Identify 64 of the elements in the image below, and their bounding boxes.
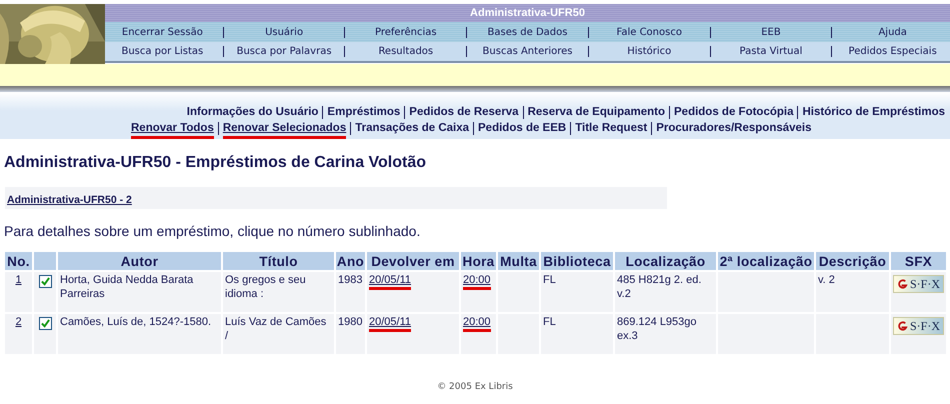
account-link[interactable]: Procuradores/Responsáveis: [656, 120, 812, 136]
table-cell: 1983: [336, 272, 365, 312]
table-cell: 485 H821g 2. ed. v.2: [615, 272, 716, 312]
account-link[interactable]: Title Request: [575, 120, 648, 136]
row-checkbox[interactable]: [38, 275, 52, 288]
column-header: Localização: [615, 252, 716, 270]
table-cell: 1980: [336, 314, 365, 354]
account-link[interactable]: Renovar Todos: [131, 120, 214, 136]
loan-number-link[interactable]: 1: [15, 274, 22, 286]
table-cell: Os gregos e seu idioma :: [223, 272, 334, 312]
menu-link[interactable]: Histórico: [592, 46, 707, 57]
menu-link[interactable]: Encerrar Sessão: [105, 26, 220, 38]
row-checkbox[interactable]: [38, 317, 52, 330]
menu-link[interactable]: Fale Conosco: [592, 26, 707, 38]
column-header: Multa: [498, 252, 539, 270]
copyright-text: © 2005 Ex Libris: [436, 382, 514, 392]
sublibrary-link[interactable]: Administrativa-UFR50 - 2: [7, 194, 132, 206]
column-header: Hora: [461, 252, 496, 270]
menu-link[interactable]: Preferências: [348, 26, 464, 38]
column-header: SFX: [891, 252, 946, 270]
account-link[interactable]: Histórico de Empréstimos: [802, 104, 945, 120]
table-cell: 869.124 L953go ex.3: [615, 314, 716, 354]
sfx-button[interactable]: S·F·X: [893, 275, 944, 293]
account-link[interactable]: Transações de Caixa: [355, 120, 470, 136]
instructions-text: Para detalhes sobre um empréstimo, clique no número sublinhado.: [4, 223, 422, 239]
window-title: Administrativa-UFR50: [105, 4, 950, 22]
swirl-icon: [897, 278, 908, 290]
menu-link[interactable]: Busca por Palavras: [226, 46, 342, 57]
column-header: Biblioteca: [541, 252, 613, 270]
column-header: 2ª localização: [718, 252, 814, 270]
table-cell: Camões, Luís de, 1524?-1580.: [58, 314, 221, 354]
table-cell: v. 2: [818, 274, 835, 286]
swirl-icon: [897, 320, 908, 332]
menu-link[interactable]: Resultados: [348, 46, 464, 57]
table-cell: FL: [541, 272, 613, 312]
column-header: Descrição: [816, 252, 889, 270]
menu-link[interactable]: Buscas Anteriores: [470, 46, 585, 57]
loan-number-link[interactable]: 2: [15, 316, 22, 328]
account-link[interactable]: Renovar Selecionados: [222, 120, 346, 136]
sfx-button[interactable]: S·F·X: [893, 317, 944, 335]
account-link[interactable]: Informações do Usuário: [186, 104, 318, 120]
column-header: Título: [223, 252, 334, 270]
page-heading: Administrativa-UFR50 - Empréstimos de Carina Volotão: [4, 154, 428, 172]
menu-link[interactable]: Bases de Dados: [470, 26, 585, 38]
column-header: No.: [5, 252, 32, 270]
table-cell: Luís Vaz de Camões /: [223, 314, 334, 354]
menu-link[interactable]: Usuário: [226, 26, 342, 38]
menu-link[interactable]: Pedidos Especiais: [835, 46, 950, 57]
due-date-link[interactable]: 20/05/11: [369, 315, 412, 329]
table-cell: FL: [541, 314, 613, 354]
menu-link[interactable]: Ajuda: [835, 26, 950, 38]
column-header: Autor: [58, 252, 221, 270]
account-link[interactable]: Empréstimos: [327, 104, 400, 120]
column-header: Ano: [336, 252, 365, 270]
due-date-link[interactable]: 20/05/11: [369, 273, 412, 287]
account-link[interactable]: Pedidos de EEB: [478, 120, 566, 136]
menu-link[interactable]: EEB: [714, 26, 828, 38]
account-link[interactable]: Reserva de Equipamento: [528, 104, 665, 120]
column-header: Devolver em: [367, 252, 459, 270]
menu-link[interactable]: Busca por Listas: [105, 46, 220, 57]
menu-link[interactable]: Pasta Virtual: [714, 46, 828, 57]
table-cell: Horta, Guida Nedda Barata Parreiras: [58, 272, 221, 312]
account-link[interactable]: Pedidos de Fotocópia: [674, 104, 794, 120]
account-link[interactable]: Pedidos de Reserva: [409, 104, 519, 120]
